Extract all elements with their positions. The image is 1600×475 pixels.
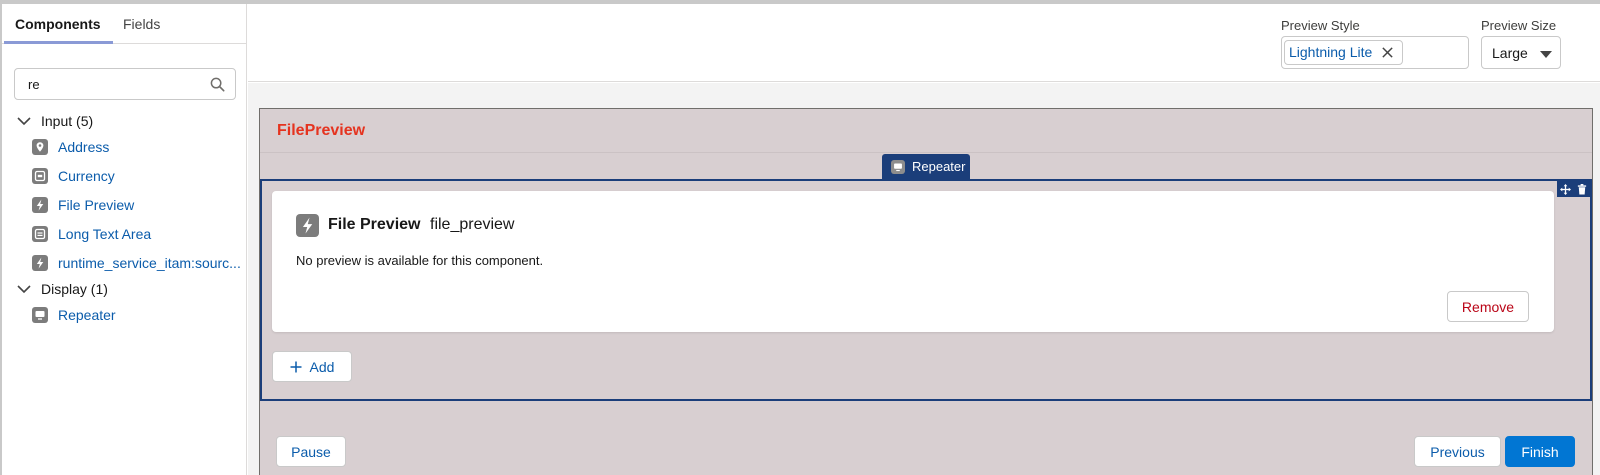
- remove-button[interactable]: Remove: [1447, 291, 1529, 322]
- preview-size-label: Preview Size: [1481, 18, 1557, 33]
- sidebar-item-label: File Preview: [58, 197, 135, 213]
- component-search: [14, 68, 236, 100]
- currency-icon: [32, 168, 48, 184]
- group-display-label: Display (1): [41, 281, 108, 297]
- component-api-name: file_preview: [430, 216, 515, 233]
- repeater-tag-label: Repeater: [912, 159, 966, 174]
- screen-divider: [260, 152, 1592, 153]
- no-preview-message: No preview is available for this compone…: [296, 253, 544, 268]
- sidebar-item-runtime-service[interactable]: runtime_service_itam:sourc...: [32, 252, 241, 274]
- pause-button[interactable]: Pause: [276, 436, 346, 467]
- previous-button[interactable]: Previous: [1414, 436, 1501, 467]
- flow-screen: FilePreview Repeater File Preview file_p…: [259, 108, 1593, 475]
- sidebar-item-label: Address: [58, 139, 110, 155]
- sidebar-item-address[interactable]: Address: [32, 136, 109, 158]
- active-tab-indicator: [4, 41, 113, 44]
- caret-down-icon: [1540, 51, 1552, 58]
- screen-title: FilePreview: [277, 122, 366, 139]
- group-input-label: Input (5): [41, 113, 94, 129]
- group-display[interactable]: Display (1): [16, 278, 108, 300]
- tab-components[interactable]: Components: [15, 4, 101, 44]
- tab-fields[interactable]: Fields: [123, 4, 160, 44]
- plus-icon: [290, 361, 302, 372]
- sidebar-item-label: Currency: [58, 168, 115, 184]
- group-input[interactable]: Input (5): [16, 110, 93, 132]
- preview-size-select[interactable]: Large: [1481, 36, 1561, 69]
- add-button-label: Add: [309, 358, 335, 375]
- lightning-icon: [32, 255, 48, 271]
- sidebar-item-file-preview[interactable]: File Preview: [32, 194, 134, 216]
- sidebar-tabs: Components Fields: [2, 4, 246, 44]
- lightning-icon: [296, 214, 319, 237]
- sidebar-item-label: Long Text Area: [58, 226, 152, 242]
- lightning-icon: [32, 197, 48, 213]
- finish-button[interactable]: Finish: [1505, 436, 1575, 467]
- sidebar-item-label: Repeater: [58, 307, 116, 323]
- repeater-toolbar: [1557, 181, 1590, 197]
- repeater-icon: [32, 307, 48, 323]
- move-icon[interactable]: [1560, 183, 1571, 195]
- sidebar-item-repeater[interactable]: Repeater: [32, 304, 116, 326]
- close-icon[interactable]: [1381, 46, 1394, 59]
- chevron-down-icon: [17, 285, 31, 294]
- preview-header: Preview Style Preview Size Lightning Lit…: [248, 4, 1600, 82]
- component-name: File Preview: [328, 216, 421, 233]
- components-sidebar: Components Fields Input (5) Address Curr…: [2, 4, 247, 475]
- trash-icon[interactable]: [1577, 183, 1587, 195]
- repeater-icon: [891, 159, 905, 174]
- preview-style-combobox[interactable]: Lightning Lite: [1281, 36, 1469, 69]
- add-button[interactable]: Add: [272, 351, 352, 382]
- preview-style-label: Preview Style: [1281, 18, 1360, 33]
- search-input[interactable]: [15, 69, 205, 99]
- repeater-tag[interactable]: Repeater: [882, 154, 970, 179]
- repeater-container[interactable]: File Preview file_preview No preview is …: [260, 179, 1592, 401]
- chevron-down-icon: [17, 117, 31, 126]
- sidebar-item-currency[interactable]: Currency: [32, 165, 115, 187]
- repeater-item-card: File Preview file_preview No preview is …: [272, 191, 1554, 332]
- preview-style-value: Lightning Lite: [1289, 44, 1373, 60]
- textarea-icon: [32, 226, 48, 242]
- location-icon: [32, 139, 48, 155]
- sidebar-item-label: runtime_service_itam:sourc...: [58, 255, 241, 271]
- sidebar-item-long-text-area[interactable]: Long Text Area: [32, 223, 151, 245]
- preview-style-pill[interactable]: Lightning Lite: [1284, 40, 1404, 65]
- search-icon[interactable]: [210, 77, 225, 92]
- preview-size-value: Large: [1492, 45, 1528, 61]
